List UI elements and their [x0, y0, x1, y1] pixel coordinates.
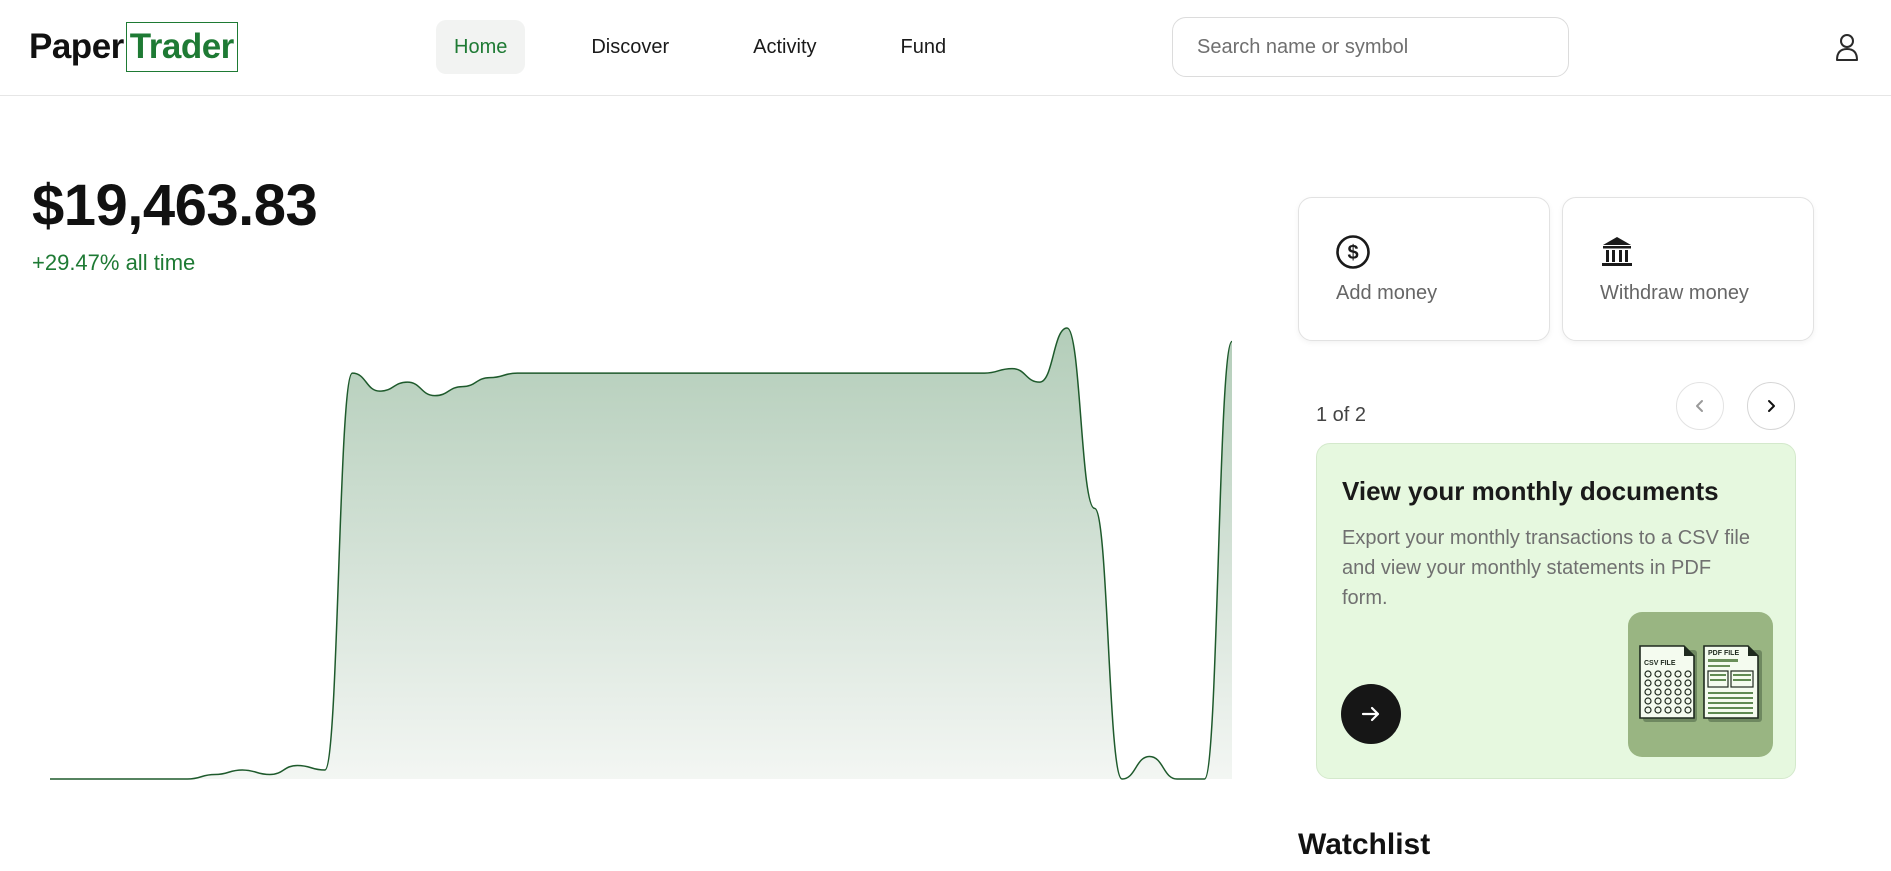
top-bar: Paper Trader Home Discover Activity Fund	[0, 0, 1891, 96]
documents-illustration: CSV FILE PDF FILE	[1628, 612, 1773, 757]
add-money-label: Add money	[1336, 282, 1438, 304]
promo-go-button[interactable]	[1341, 684, 1401, 744]
chevron-left-icon	[1696, 400, 1703, 412]
bank-icon	[1599, 234, 1635, 270]
carousel-prev-button[interactable]	[1676, 382, 1724, 430]
portfolio-balance: $19,463.83	[32, 173, 318, 238]
add-money-button[interactable]: $ Add money	[1298, 197, 1550, 341]
csv-file-icon: CSV FILE	[1639, 645, 1697, 722]
search-input[interactable]	[1173, 18, 1568, 76]
main-nav: Home Discover Activity Fund	[436, 20, 1012, 74]
portfolio-change: +29.47% all time	[32, 250, 196, 275]
brand-name-part1: Paper	[29, 27, 124, 66]
brand-logo[interactable]: Paper Trader	[29, 22, 238, 72]
portfolio-chart	[50, 327, 1233, 780]
pdf-file-icon: PDF FILE	[1703, 645, 1762, 722]
carousel-page-indicator: 1 of 2	[1316, 404, 1367, 426]
search-box	[1172, 17, 1569, 77]
arrow-right-icon	[1361, 706, 1380, 722]
user-icon[interactable]	[1830, 30, 1864, 64]
nav-discover[interactable]: Discover	[573, 20, 687, 74]
svg-text:CSV FILE: CSV FILE	[1644, 660, 1676, 667]
svg-text:PDF FILE: PDF FILE	[1708, 650, 1739, 657]
carousel-next-button[interactable]	[1747, 382, 1795, 430]
nav-fund[interactable]: Fund	[883, 20, 965, 74]
withdraw-money-label: Withdraw money	[1600, 282, 1749, 304]
svg-text:$: $	[1347, 242, 1358, 264]
promo-description: Export your monthly transactions to a CS…	[1342, 527, 1750, 609]
watchlist-heading: Watchlist	[1298, 828, 1431, 861]
chevron-right-icon	[1768, 400, 1775, 412]
promo-title: View your monthly documents	[1342, 476, 1719, 506]
nav-home[interactable]: Home	[436, 20, 526, 74]
dollar-circle-icon: $	[1335, 234, 1371, 270]
withdraw-money-button[interactable]: Withdraw money	[1562, 197, 1814, 341]
chart-area	[50, 328, 1232, 779]
monthly-documents-card: View your monthly documents Export your …	[1316, 443, 1796, 779]
nav-activity[interactable]: Activity	[735, 20, 834, 74]
brand-name-part2: Trader	[125, 22, 238, 72]
